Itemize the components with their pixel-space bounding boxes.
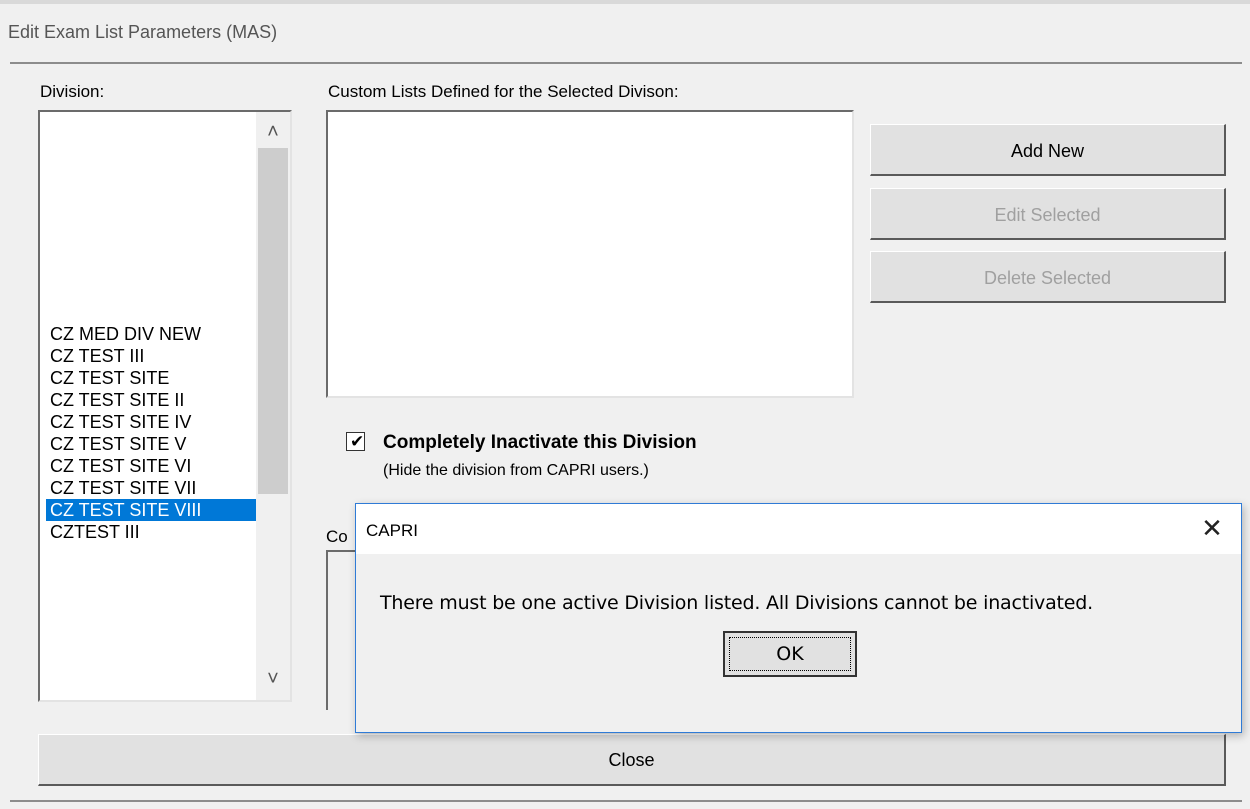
division-label: Division:: [40, 82, 105, 101]
frame-top-border: [10, 62, 1242, 64]
division-items: CZ MED DIV NEW CZ TEST III CZ TEST SITE CZ …: [46, 323, 260, 543]
dialog-titlebar[interactable]: CAPRI ✕: [356, 504, 1241, 554]
window-top-border: [0, 0, 1250, 4]
inactivate-checkbox[interactable]: ✔: [346, 432, 365, 451]
inactivate-label[interactable]: Completely Inactivate this Division: [383, 432, 697, 454]
dialog-title: CAPRI: [366, 521, 418, 540]
window-title: Edit Exam List Parameters (MAS): [8, 22, 278, 42]
custom-lists-listbox[interactable]: [326, 110, 854, 398]
division-list-item[interactable]: CZ TEST SITE: [46, 367, 260, 389]
division-list-item[interactable]: CZ TEST SITE VIII: [46, 499, 260, 521]
division-list-item[interactable]: CZ MED DIV NEW: [46, 323, 260, 345]
division-listbox[interactable]: CZ MED DIV NEW CZ TEST III CZ TEST SITE CZ …: [38, 110, 292, 702]
edit-selected-button[interactable]: Edit Selected: [870, 188, 1226, 240]
lower-section-label: Co: [326, 527, 348, 546]
add-new-button[interactable]: Add New: [870, 124, 1226, 176]
division-list-item[interactable]: CZ TEST III: [46, 345, 260, 367]
dialog-message: There must be one active Division listed…: [380, 592, 1093, 614]
inactivate-note: (Hide the division from CAPRI users.): [383, 462, 649, 479]
division-list-item[interactable]: CZ TEST SITE VI: [46, 455, 260, 477]
division-scrollbar[interactable]: ˄ ˅: [256, 112, 290, 700]
division-list-item[interactable]: CZ TEST SITE V: [46, 433, 260, 455]
chevron-down-icon[interactable]: ˅: [256, 664, 290, 700]
check-icon: ✔: [350, 432, 365, 451]
division-list-item[interactable]: CZ TEST SITE IV: [46, 411, 260, 433]
division-list-item[interactable]: CZ TEST SITE II: [46, 389, 260, 411]
division-list-item[interactable]: CZTEST III: [46, 521, 260, 543]
frame-bottom-border: [10, 800, 1242, 802]
ok-button-label: OK: [729, 637, 851, 671]
division-list-item[interactable]: CZ TEST SITE VII: [46, 477, 260, 499]
ok-button[interactable]: OK: [723, 631, 857, 677]
chevron-up-icon[interactable]: ˄: [256, 112, 290, 148]
close-icon[interactable]: ✕: [1197, 514, 1227, 544]
scroll-thumb[interactable]: [258, 148, 288, 494]
custom-lists-label: Custom Lists Defined for the Selected Di…: [328, 82, 679, 101]
capri-dialog: CAPRI ✕ There must be one active Divisio…: [355, 503, 1242, 733]
delete-selected-button[interactable]: Delete Selected: [870, 251, 1226, 303]
close-button[interactable]: Close: [38, 734, 1226, 786]
